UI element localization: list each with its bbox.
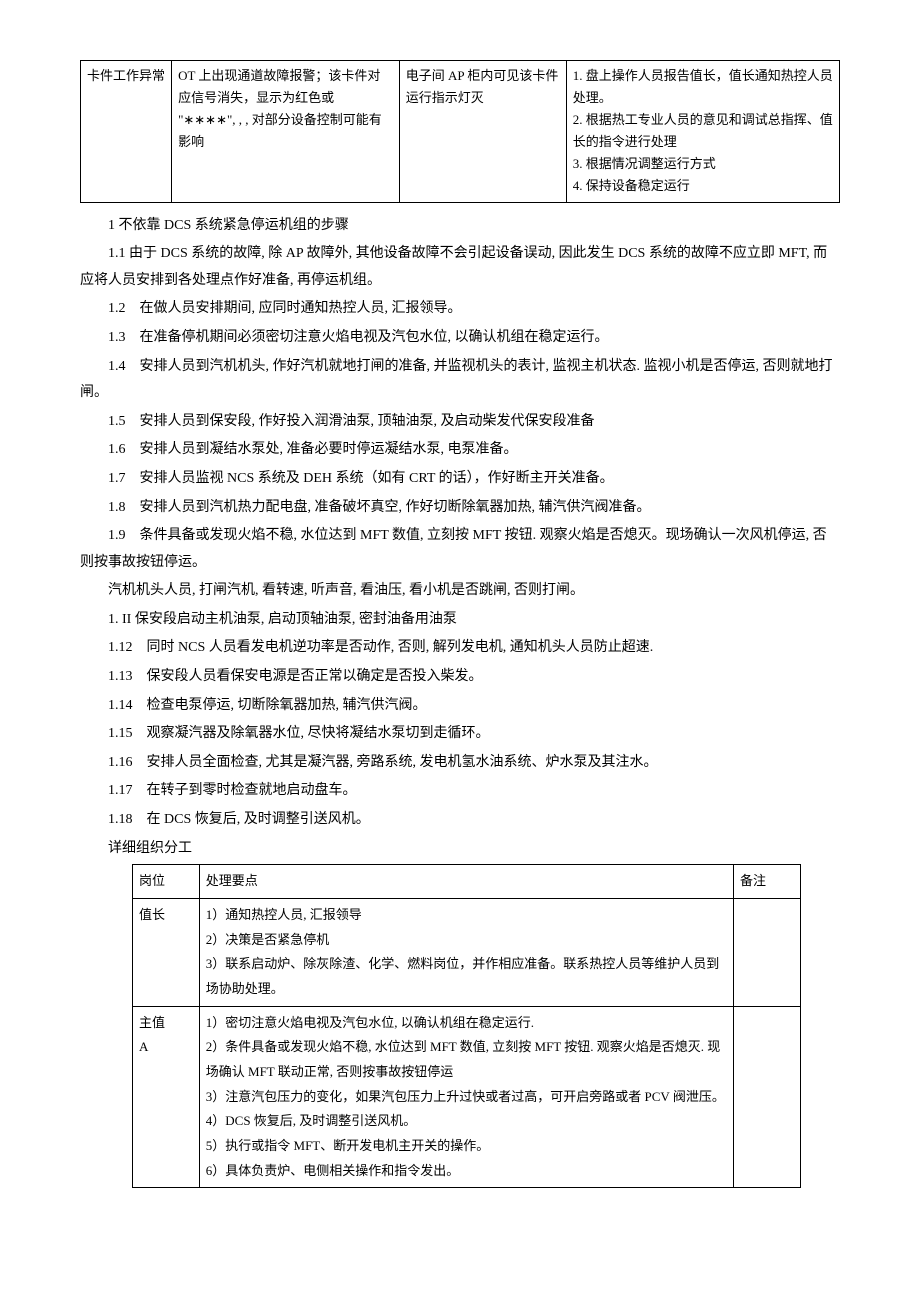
step-1-17: 1.17 在转子到零时检查就地启动盘车。 xyxy=(80,778,840,805)
step-1-9: 1.9 条件具备或发现火焰不稳, 水位达到 MFT 数值, 立刻按 MFT 按钮… xyxy=(80,523,840,576)
fault-ot-cell: OT 上出现通道故障报警；该卡件对应信号消失，显示为红色或 "∗∗∗∗", , … xyxy=(172,61,400,203)
step-1-6: 1.6 安排人员到凝结水泵处, 准备必要时停运凝结水泵, 电泵准备。 xyxy=(80,437,840,464)
step-1-7: 1.7 安排人员监视 NCS 系统及 DEH 系统（如有 CRT 的话），作好断… xyxy=(80,466,840,493)
row-shift-leader-pos: 值长 xyxy=(133,898,200,1006)
col-remark: 备注 xyxy=(734,865,801,899)
main-a-action-2: 2）条件具备或发现火焰不稳, 水位达到 MFT 数值, 立刻按 MFT 按钮. … xyxy=(206,1035,727,1084)
leader-action-3: 3）联系启动炉、除灰除渣、化学、燃料岗位，并作相应准备。联系热控人员等维护人员到… xyxy=(206,952,727,1001)
step-1-1: 1.1 由于 DCS 系统的故障, 除 AP 故障外, 其他设备故障不会引起设备… xyxy=(80,241,840,294)
action-item-4: 4. 保持设备稳定运行 xyxy=(573,175,833,197)
step-turbine: 汽机机头人员, 打闸汽机, 看转速, 听声音, 看油压, 看小机是否跳闸, 否则… xyxy=(80,578,840,605)
leader-action-2: 2）决策是否紧急停机 xyxy=(206,928,727,953)
step-1-18: 1.18 在 DCS 恢复后, 及时调整引送风机。 xyxy=(80,807,840,834)
step-safety-section: 1. II 保安段启动主机油泵, 启动顶轴油泵, 密封油备用油泵 xyxy=(80,607,840,634)
col-position: 岗位 xyxy=(133,865,200,899)
row-main-a-actions: 1）密切注意火焰电视及汽包水位, 以确认机组在稳定运行. 2）条件具备或发现火焰… xyxy=(199,1006,733,1188)
row-shift-leader-actions: 1）通知热控人员, 汇报领导 2）决策是否紧急停机 3）联系启动炉、除灰除渣、化… xyxy=(199,898,733,1006)
step-1-15: 1.15 观察凝汽器及除氧器水位, 尽快将凝结水泵切到走循环。 xyxy=(80,721,840,748)
fault-name-cell: 卡件工作异常 xyxy=(81,61,172,203)
main-a-action-4: 4）DCS 恢复后, 及时调整引送风机。 xyxy=(206,1109,727,1134)
action-item-3: 3. 根据情况调整运行方式 xyxy=(573,153,833,175)
fault-ap-cell: 电子间 AP 柜内可见该卡件运行指示灯灭 xyxy=(399,61,566,203)
step-1-2: 1.2 在做人员安排期间, 应同时通知热控人员, 汇报领导。 xyxy=(80,296,840,323)
step-1-4: 1.4 安排人员到汽机机头, 作好汽机就地打闸的准备, 并监视机头的表计, 监视… xyxy=(80,354,840,407)
main-a-action-6: 6）具体负责炉、电侧相关操作和指令发出。 xyxy=(206,1159,727,1184)
action-item-2: 2. 根据热工专业人员的意见和调试总指挥、值长的指令进行处理 xyxy=(573,109,833,153)
row-main-a-remark xyxy=(734,1006,801,1188)
fault-actions-cell: 1. 盘上操作人员报告值长，值长通知热控人员处理。 2. 根据热工专业人员的意见… xyxy=(566,61,839,203)
main-a-action-3: 3）注意汽包压力的变化，如果汽包压力上升过快或者过高，可开启旁路或者 PCV 阀… xyxy=(206,1085,727,1110)
step-1-12: 1.12 同时 NCS 人员看发电机逆功率是否动作, 否则, 解列发电机, 通知… xyxy=(80,635,840,662)
col-actions: 处理要点 xyxy=(199,865,733,899)
row-shift-leader-remark xyxy=(734,898,801,1006)
step-1-16: 1.16 安排人员全面检查, 尤其是凝汽器, 旁路系统, 发电机氢水油系统、炉水… xyxy=(80,750,840,777)
step-1-8: 1.8 安排人员到汽机热力配电盘, 准备破坏真空, 作好切断除氧器加热, 辅汽供… xyxy=(80,495,840,522)
pos-label-1: 主值 xyxy=(139,1011,193,1036)
step-1-3: 1.3 在准备停机期间必须密切注意火焰电视及汽包水位, 以确认机组在稳定运行。 xyxy=(80,325,840,352)
fault-table: 卡件工作异常 OT 上出现通道故障报警；该卡件对应信号消失，显示为红色或 "∗∗… xyxy=(80,60,840,203)
table-row: 主值 A 1）密切注意火焰电视及汽包水位, 以确认机组在稳定运行. 2）条件具备… xyxy=(133,1006,801,1188)
step-1-5: 1.5 安排人员到保安段, 作好投入润滑油泵, 顶轴油泵, 及启动柴发代保安段准… xyxy=(80,409,840,436)
pos-label-2: A xyxy=(139,1035,193,1060)
leader-action-1: 1）通知热控人员, 汇报领导 xyxy=(206,903,727,928)
assignment-heading: 详细组织分工 xyxy=(80,836,840,863)
step-1-14: 1.14 检查电泵停运, 切断除氧器加热, 辅汽供汽阀。 xyxy=(80,693,840,720)
assignment-table: 岗位 处理要点 备注 值长 1）通知热控人员, 汇报领导 2）决策是否紧急停机 … xyxy=(132,864,801,1188)
main-a-action-1: 1）密切注意火焰电视及汽包水位, 以确认机组在稳定运行. xyxy=(206,1011,727,1036)
main-a-action-5: 5）执行或指令 MFT、断开发电机主开关的操作。 xyxy=(206,1134,727,1159)
step-1-13: 1.13 保安段人员看保安电源是否正常以确定是否投入柴发。 xyxy=(80,664,840,691)
action-item-1: 1. 盘上操作人员报告值长，值长通知热控人员处理。 xyxy=(573,65,833,109)
section-1-heading: 1 不依靠 DCS 系统紧急停运机组的步骤 xyxy=(80,213,840,240)
table-row: 值长 1）通知热控人员, 汇报领导 2）决策是否紧急停机 3）联系启动炉、除灰除… xyxy=(133,898,801,1006)
row-main-a-pos: 主值 A xyxy=(133,1006,200,1188)
